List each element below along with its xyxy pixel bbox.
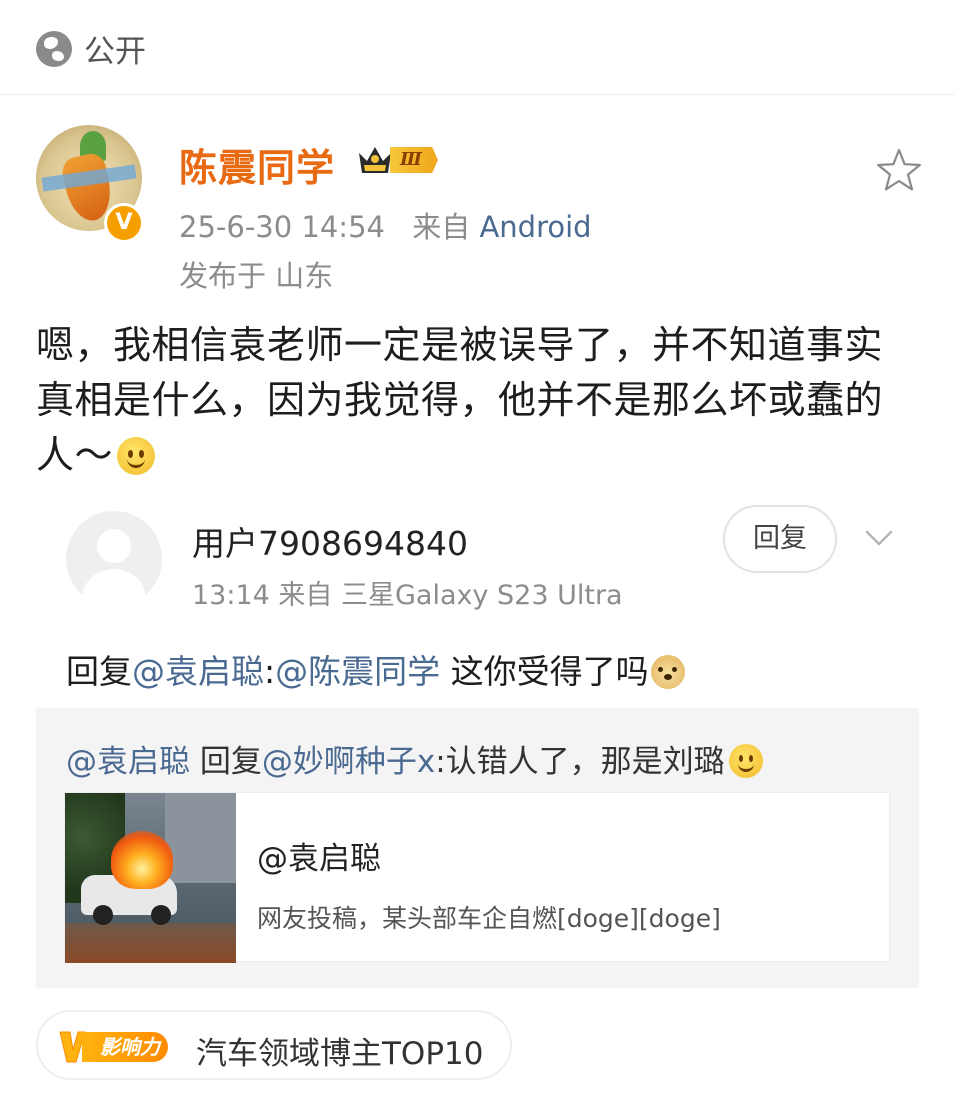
member-level-badge[interactable]: Ⅲ xyxy=(356,143,438,177)
quoted-reply[interactable]: @袁启聪 回复@妙啊种子x:认错人了，那是刘璐 @袁启聪 网友投稿，某头部车企自… xyxy=(36,708,919,988)
comment-colon: : xyxy=(264,652,276,691)
post-meta: 25-6-30 14:54 来自 Android xyxy=(179,204,592,246)
post-time: 25-6-30 14:54 xyxy=(179,210,385,244)
post-header: V 陈震同学 Ⅲ 25-6-30 14:54 来自 Android 发布于 山东 xyxy=(36,125,926,295)
author-name[interactable]: 陈震同学 xyxy=(179,137,335,192)
influence-label: 影响力 xyxy=(82,1032,168,1062)
comment: 用户7908694840 13:14 来自 三星Galaxy S23 Ultra… xyxy=(66,505,916,705)
verified-icon: V xyxy=(104,203,144,243)
quote-mention-2[interactable]: @妙啊种子x xyxy=(262,744,435,780)
reply-button[interactable]: 回复 xyxy=(723,505,837,573)
comment-mention-2[interactable]: @陈震同学 xyxy=(275,652,440,691)
from-label: 来自 xyxy=(412,210,471,244)
quoted-text: @袁启聪 回复@妙啊种子x:认错人了，那是刘璐 xyxy=(66,736,763,781)
quote-mention-1[interactable]: @袁启聪 xyxy=(66,744,190,780)
post-body: 嗯，我相信袁老师一定是被误导了，并不知道事实真相是什么，因为我觉得，他并不是那么… xyxy=(36,318,916,483)
post-source[interactable]: Android xyxy=(479,210,591,244)
top-bar: 公开 xyxy=(0,0,954,95)
smile-emoji-icon xyxy=(728,744,763,778)
star-icon[interactable] xyxy=(876,147,922,193)
smile-emoji-icon xyxy=(117,437,156,475)
crown-icon xyxy=(356,143,394,177)
globe-icon xyxy=(36,30,72,67)
card-description: 网友投稿，某头部车企自燃[doge][doge] xyxy=(257,904,721,933)
visibility-setting[interactable]: 公开 xyxy=(36,26,146,71)
quote-body: :认错人了，那是刘璐 xyxy=(435,744,725,780)
influence-badge[interactable]: 影响力 汽车领域博主TOP10 xyxy=(36,1010,512,1080)
visibility-label: 公开 xyxy=(84,34,146,70)
commenter-name[interactable]: 用户7908694840 xyxy=(192,517,468,565)
comment-mention-1[interactable]: @袁启聪 xyxy=(132,652,264,691)
member-level: Ⅲ xyxy=(390,147,438,173)
shared-post-card[interactable]: @袁启聪 网友投稿，某头部车企自燃[doge][doge] xyxy=(64,792,890,963)
chevron-down-icon[interactable] xyxy=(864,523,894,553)
comment-meta: 13:14 来自 三星Galaxy S23 Ultra xyxy=(192,580,623,611)
card-title: @袁启聪 xyxy=(257,841,381,877)
post-location: 发布于 山东 xyxy=(179,259,334,293)
card-thumbnail xyxy=(65,793,236,963)
comment-text: 回复@袁启聪:@陈震同学 这你受得了吗 xyxy=(66,645,685,693)
quote-reply-word: 回复 xyxy=(190,744,262,780)
commenter-avatar[interactable] xyxy=(66,511,162,607)
doge-emoji-icon xyxy=(650,655,685,689)
comment-suffix: 这你受得了吗 xyxy=(440,652,649,691)
post-text: 嗯，我相信袁老师一定是被误导了，并不知道事实真相是什么，因为我觉得，他并不是那么… xyxy=(36,323,884,477)
influence-text: 汽车领域博主TOP10 xyxy=(196,1036,484,1072)
comment-reply-prefix: 回复 xyxy=(66,652,132,691)
